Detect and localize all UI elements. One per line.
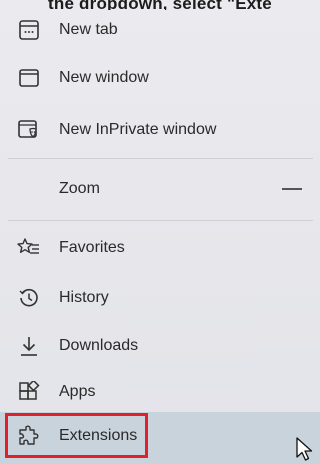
menu-item-new-inprivate-window[interactable]: New InPrivate window [0, 110, 320, 150]
annotation-highlight-box [5, 413, 148, 458]
zoom-out-button[interactable] [282, 188, 302, 190]
menu-item-new-tab[interactable]: New tab [0, 10, 320, 50]
menu-item-label: New InPrivate window [59, 121, 217, 138]
menu-item-apps[interactable]: Apps [0, 372, 320, 412]
zoom-label: Zoom [59, 180, 100, 197]
history-icon [14, 283, 44, 313]
inprivate-icon [14, 115, 44, 145]
download-icon [14, 331, 44, 361]
separator [8, 158, 313, 159]
menu-item-history[interactable]: History [0, 278, 320, 318]
menu-item-label: Apps [59, 383, 96, 400]
menu-item-zoom: Zoom [0, 168, 320, 210]
menu-item-label: History [59, 289, 109, 306]
menu-item-label: Favorites [59, 239, 125, 256]
apps-icon [14, 377, 44, 407]
edge-settings-menu-screenshot: the dropdown, select "Exte New tab New w… [0, 0, 320, 464]
menu-item-label: Downloads [59, 337, 139, 354]
menu-item-label: New tab [59, 21, 118, 38]
new-tab-icon [14, 15, 44, 45]
mouse-cursor [296, 437, 314, 463]
menu-item-label: New window [59, 69, 149, 86]
instruction-caption: the dropdown, select "Exte [48, 0, 272, 10]
menu-item-favorites[interactable]: Favorites [0, 228, 320, 268]
favorites-icon [14, 233, 44, 263]
menu-item-new-window[interactable]: New window [0, 58, 320, 98]
window-icon [14, 63, 44, 93]
separator [8, 220, 313, 221]
menu-item-downloads[interactable]: Downloads [0, 326, 320, 366]
